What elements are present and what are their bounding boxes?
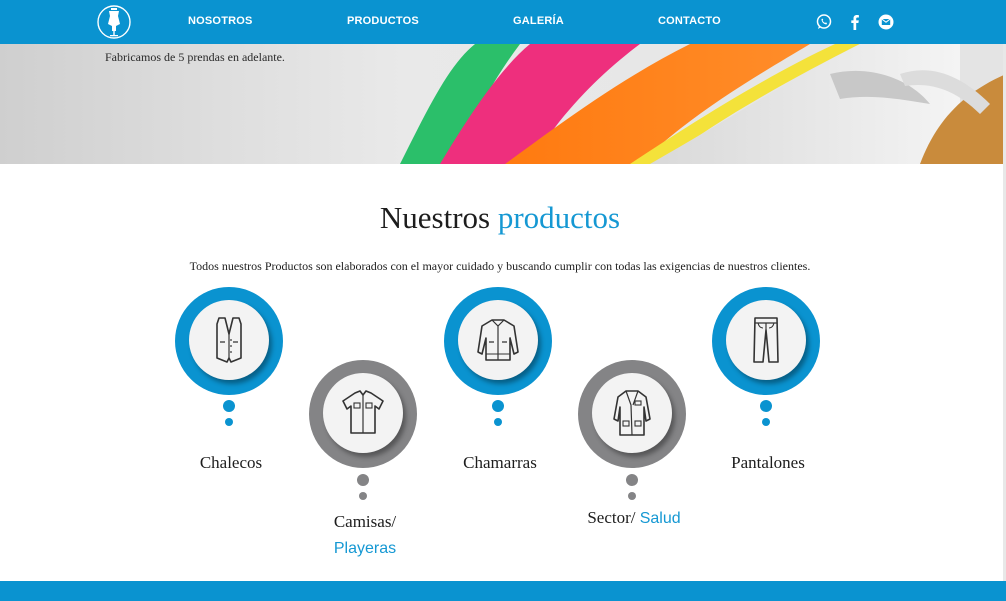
product-label-accent: Playeras	[333, 540, 397, 557]
connector-dot-large	[223, 400, 235, 412]
product-label-text: Chalecos	[199, 453, 263, 472]
product-sector-salud[interactable]	[578, 360, 690, 472]
product-pantalones[interactable]	[712, 287, 824, 399]
product-chamarras[interactable]	[444, 287, 556, 399]
product-chalecos[interactable]	[175, 287, 287, 399]
product-label-text: Chamarras	[463, 453, 537, 472]
lab-coat-icon	[592, 373, 672, 453]
pants-icon	[726, 300, 806, 380]
hero-banner: Fabricamos de 5 prendas en adelante.	[0, 44, 1006, 164]
connector-dot-large	[492, 400, 504, 412]
product-label-chamarras[interactable]: Chamarras	[450, 453, 550, 473]
connector-dot-small	[762, 418, 770, 426]
connector-dot-large	[357, 474, 369, 486]
email-icon[interactable]	[877, 13, 895, 31]
jacket-icon	[458, 300, 538, 380]
product-label-text: Camisas/	[333, 512, 397, 531]
product-label-text: Pantalones	[731, 453, 805, 472]
shirt-icon	[323, 373, 403, 453]
product-label-text: Sector/	[587, 508, 636, 527]
connector-dot-small	[628, 492, 636, 500]
product-label-chalecos[interactable]: Chalecos	[181, 453, 281, 473]
connector-dot-small	[225, 418, 233, 426]
connector-dot-small	[359, 492, 367, 500]
mannequin-logo-icon[interactable]	[96, 4, 132, 40]
facebook-icon[interactable]	[846, 13, 864, 31]
product-label-camisas[interactable]: Camisas/ Playeras	[315, 508, 415, 562]
nav-link-contacto[interactable]: CONTACTO	[658, 15, 721, 27]
section-title-main: Nuestros	[379, 200, 491, 235]
product-label-accent: Salud	[639, 510, 681, 527]
product-label-pantalones[interactable]: Pantalones	[718, 453, 818, 473]
whatsapp-icon[interactable]	[815, 13, 833, 31]
footer-bar	[0, 581, 1006, 601]
nav-link-nosotros[interactable]: NOSOTROS	[188, 15, 253, 27]
product-label-sector-salud[interactable]: Sector/ Salud	[574, 508, 694, 528]
section-description: Todos nuestros Productos son elaborados …	[189, 259, 811, 273]
hero-text: Fabricamos de 5 prendas en adelante.	[105, 50, 285, 64]
product-camisas[interactable]	[309, 360, 421, 472]
vest-icon	[189, 300, 269, 380]
section-title-accent: productos	[497, 200, 621, 235]
connector-dot-large	[760, 400, 772, 412]
nav-link-productos[interactable]: PRODUCTOS	[347, 15, 419, 27]
nav-link-galeria[interactable]: GALERÍA	[513, 15, 564, 27]
connector-dot-large	[626, 474, 638, 486]
top-navigation-bar: NOSOTROS PRODUCTOS GALERÍA CONTACTO	[0, 0, 1006, 44]
connector-dot-small	[494, 418, 502, 426]
section-title: Nuestros productos	[0, 200, 1000, 236]
